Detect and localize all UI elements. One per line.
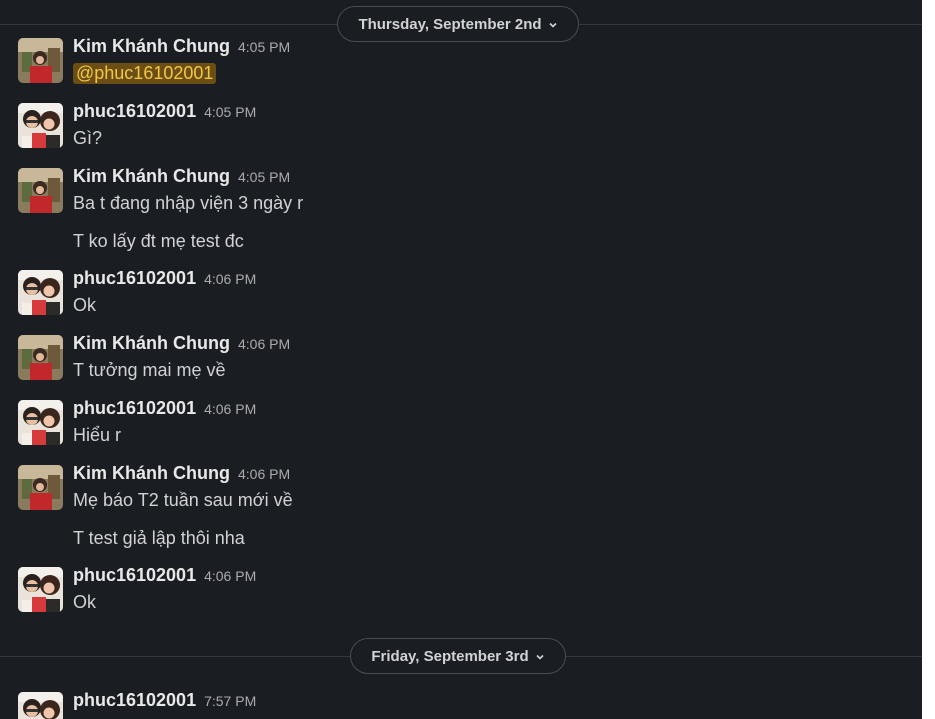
author-name[interactable]: phuc16102001	[73, 101, 196, 121]
date-label: Thursday, September 2nd	[358, 16, 542, 33]
message-text: @phuc16102001	[73, 63, 217, 84]
message-text: Ok	[73, 295, 97, 315]
chevron-down-icon	[536, 654, 544, 660]
timestamp[interactable]: 4:06 PM	[204, 568, 256, 584]
message-text: T test giả lập thôi nha	[73, 528, 245, 548]
avatar-kim-khanh-chung[interactable]	[18, 38, 63, 83]
message-text: Ba t đang nhập viện 3 ngày r	[73, 193, 304, 213]
author-name[interactable]: Kim Khánh Chung	[73, 463, 230, 483]
avatar-phuc16102001[interactable]	[18, 567, 63, 612]
message-text: Mẹ báo T2 tuần sau mới về	[73, 490, 293, 510]
message-text: Gì?	[73, 128, 103, 148]
avatar-phuc16102001[interactable]	[18, 400, 63, 445]
author-name[interactable]: Kim Khánh Chung	[73, 166, 230, 186]
author-name[interactable]: Kim Khánh Chung	[73, 333, 230, 353]
message-text: T tưởng mai mẹ về	[73, 360, 226, 380]
timestamp[interactable]: 4:06 PM	[204, 271, 256, 287]
message-text: Hiểu r	[73, 425, 122, 445]
date-pill-thursday[interactable]: Thursday, September 2nd	[337, 6, 579, 42]
avatar-phuc16102001[interactable]	[18, 103, 63, 148]
date-label: Friday, September 3rd	[371, 648, 529, 665]
avatar-phuc16102001[interactable]	[18, 270, 63, 315]
avatar-phuc16102001[interactable]	[18, 692, 63, 719]
avatar-kim-khanh-chung[interactable]	[18, 335, 63, 380]
user-mention[interactable]: @phuc16102001	[73, 63, 217, 84]
avatar-kim-khanh-chung[interactable]	[18, 465, 63, 510]
timestamp[interactable]: 4:06 PM	[204, 401, 256, 417]
message-text: T ko lấy đt mẹ test đc	[73, 231, 244, 251]
chevron-down-icon	[548, 22, 557, 28]
author-name[interactable]: phuc16102001	[73, 398, 196, 418]
message-pane: Thursday, September 2nd Kim Khánh Chung 4…	[0, 0, 922, 719]
timestamp[interactable]: 4:06 PM	[238, 336, 290, 352]
timestamp[interactable]: 4:05 PM	[238, 169, 290, 185]
avatar-kim-khanh-chung[interactable]	[18, 168, 63, 213]
timestamp[interactable]: 4:05 PM	[204, 104, 256, 120]
author-name[interactable]: Kim Khánh Chung	[73, 36, 230, 56]
author-name[interactable]: phuc16102001	[73, 565, 196, 585]
timestamp[interactable]: 4:05 PM	[238, 39, 290, 55]
scrollbar[interactable]	[922, 0, 935, 719]
timestamp[interactable]: 7:57 PM	[204, 693, 256, 709]
message-text: Ok	[73, 592, 97, 612]
author-name[interactable]: phuc16102001	[73, 690, 196, 710]
timestamp[interactable]: 4:06 PM	[238, 466, 290, 482]
author-name[interactable]: phuc16102001	[73, 268, 196, 288]
date-pill-friday[interactable]: Friday, September 3rd	[350, 638, 566, 674]
